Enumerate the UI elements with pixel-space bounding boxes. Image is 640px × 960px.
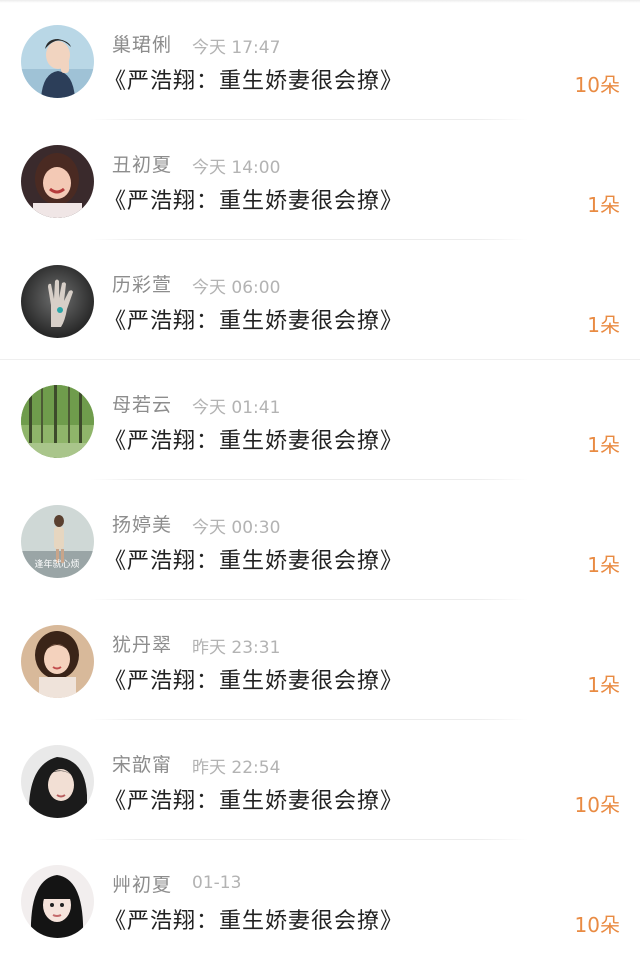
book-title: 《严浩翔：重生娇妻很会撩》 (104, 69, 404, 94)
avatar[interactable] (21, 145, 94, 218)
avatar-girl-dark-hair-icon (21, 745, 94, 818)
avatar-boy-blue-background-icon (21, 25, 94, 98)
book-title: 《严浩翔：重生娇妻很会撩》 (104, 789, 404, 814)
avatar[interactable] (21, 625, 94, 698)
list-item[interactable]: 丑初夏 今天 14:00 《严浩翔：重生娇妻很会撩》 1朵 (0, 120, 640, 240)
gift-amount: 1朵 (587, 193, 620, 217)
avatar-smiling-girl-icon (21, 145, 94, 218)
gift-time: 今天 14:00 (192, 158, 281, 178)
avatar-girl-bangs-icon (21, 865, 94, 938)
avatar[interactable] (21, 265, 94, 338)
list-item[interactable]: 宋歆甯 昨天 22:54 《严浩翔：重生娇妻很会撩》 10朵 (0, 720, 640, 840)
book-title: 《严浩翔：重生娇妻很会撩》 (104, 669, 404, 694)
gift-amount: 10朵 (574, 73, 620, 97)
gift-time: 今天 01:41 (192, 398, 281, 418)
avatar-hand-eye-icon (21, 265, 94, 338)
sender-name[interactable]: 扬婷美 (112, 510, 172, 537)
sender-name[interactable]: 宋歆甯 (112, 750, 172, 777)
gift-amount: 1朵 (587, 553, 620, 577)
list-item[interactable]: 逢年就心烦 扬婷美 今天 00:30 《严浩翔：重生娇妻很会撩》 1朵 (0, 480, 640, 600)
gift-amount: 10朵 (574, 913, 620, 937)
sender-name[interactable]: 艸初夏 (112, 870, 172, 897)
gift-record-list: 巢珺俐 今天 17:47 《严浩翔：重生娇妻很会撩》 10朵 丑初夏 今天 14… (0, 0, 640, 960)
avatar-girl-portrait-icon (21, 625, 94, 698)
avatar[interactable] (21, 745, 94, 818)
avatar-caption: 逢年就心烦 (34, 558, 79, 570)
sender-name[interactable]: 丑初夏 (112, 150, 172, 177)
list-item[interactable]: 巢珺俐 今天 17:47 《严浩翔：重生娇妻很会撩》 10朵 (0, 0, 640, 120)
sender-name[interactable]: 历彩萱 (112, 270, 172, 297)
sender-name[interactable]: 巢珺俐 (112, 30, 172, 57)
gift-amount: 1朵 (587, 313, 620, 337)
gift-time: 01-13 (192, 873, 242, 893)
list-item[interactable]: 犹丹翠 昨天 23:31 《严浩翔：重生娇妻很会撩》 1朵 (0, 600, 640, 720)
gift-time: 今天 00:30 (192, 518, 281, 538)
sender-name[interactable]: 母若云 (112, 390, 172, 417)
sender-name[interactable]: 犹丹翠 (112, 630, 172, 657)
avatar[interactable] (21, 25, 94, 98)
gift-time: 今天 17:47 (192, 38, 281, 58)
avatar[interactable] (21, 385, 94, 458)
gift-amount: 1朵 (587, 673, 620, 697)
book-title: 《严浩翔：重生娇妻很会撩》 (104, 909, 404, 934)
book-title: 《严浩翔：重生娇妻很会撩》 (104, 309, 404, 334)
book-title: 《严浩翔：重生娇妻很会撩》 (104, 549, 404, 574)
list-item[interactable]: 历彩萱 今天 06:00 《严浩翔：重生娇妻很会撩》 1朵 (0, 240, 640, 360)
avatar-forest-icon (21, 385, 94, 458)
gift-amount: 1朵 (587, 433, 620, 457)
gift-time: 昨天 22:54 (192, 758, 281, 778)
gift-amount: 10朵 (574, 793, 620, 817)
avatar-girl-street-icon: 逢年就心烦 (21, 505, 94, 578)
book-title: 《严浩翔：重生娇妻很会撩》 (104, 189, 404, 214)
gift-time: 昨天 23:31 (192, 638, 281, 658)
book-title: 《严浩翔：重生娇妻很会撩》 (104, 429, 404, 454)
avatar[interactable] (21, 865, 94, 938)
list-item[interactable]: 艸初夏 01-13 《严浩翔：重生娇妻很会撩》 10朵 (0, 840, 640, 960)
gift-time: 今天 06:00 (192, 278, 281, 298)
list-item[interactable]: 母若云 今天 01:41 《严浩翔：重生娇妻很会撩》 1朵 (0, 360, 640, 480)
avatar[interactable]: 逢年就心烦 (21, 505, 94, 578)
